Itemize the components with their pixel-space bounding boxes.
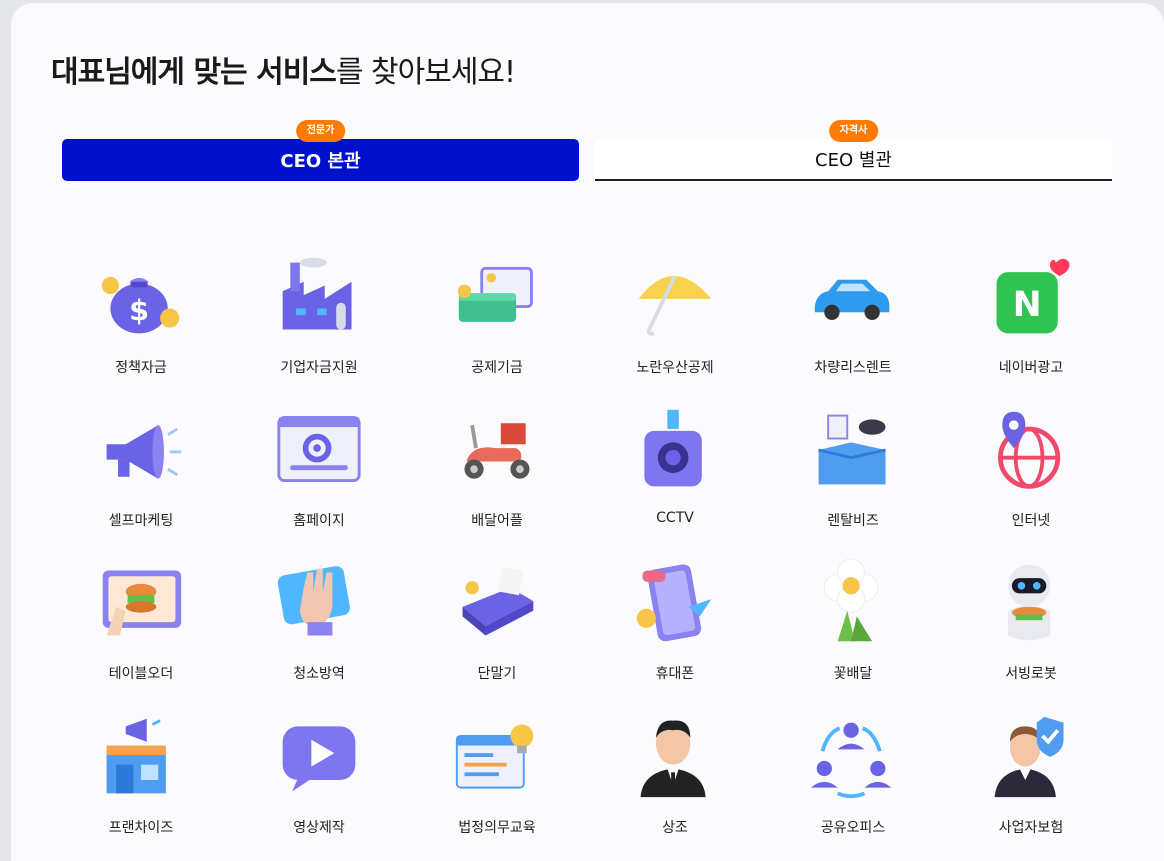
svg-text:N: N (1013, 285, 1042, 325)
scooter-icon (453, 406, 541, 494)
service-item[interactable]: 꽃배달 (778, 558, 928, 699)
service-label: 청소방역 (293, 666, 345, 682)
service-item[interactable]: CCTV (600, 406, 750, 546)
service-label: 법정의무교육 (458, 820, 536, 836)
service-label: 셀프마케팅 (108, 513, 174, 529)
tab-label: CEO 별관 (815, 150, 892, 171)
cctv-icon (631, 406, 719, 494)
service-label: 휴대폰 (655, 666, 695, 682)
service-label: 사업자보험 (998, 820, 1064, 836)
browser-gear-icon (275, 406, 363, 494)
factory-icon (275, 253, 363, 341)
service-item[interactable]: 노란우산공제 (600, 253, 750, 393)
service-item[interactable]: 단말기 (422, 559, 572, 699)
umbrella-icon (631, 253, 719, 341)
globe-pin-icon (987, 406, 1075, 494)
service-label: 공제기금 (471, 360, 523, 376)
service-label: 꽃배달 (833, 666, 873, 682)
service-label: 테이블오더 (108, 666, 174, 682)
service-card: 대표님에게 맞는 서비스를 찾아보세요! 전문가 CEO 본관 자격사 CEO … (11, 3, 1164, 861)
robot-icon (987, 559, 1075, 647)
service-item[interactable]: 프랜차이즈 (66, 713, 216, 853)
card-terminal-icon (453, 559, 541, 647)
page-title: 대표님에게 맞는 서비스를 찾아보세요! (51, 55, 516, 90)
service-item[interactable]: 공유오피스 (778, 713, 928, 853)
play-icon (275, 713, 363, 801)
car-icon (809, 253, 897, 341)
tab-ceo-annex[interactable]: 자격사 CEO 별관 (595, 120, 1112, 181)
store-icon (97, 713, 185, 801)
service-item[interactable]: 법정의무교육 (422, 713, 572, 853)
service-item[interactable]: 사업자보험 (956, 713, 1106, 853)
money-bag-icon: $ (97, 253, 185, 341)
service-item[interactable]: N 네이버광고 (956, 253, 1106, 393)
service-item[interactable]: 인터넷 (956, 406, 1106, 546)
service-item[interactable]: 홈페이지 (244, 406, 394, 546)
cash-stack-icon (453, 253, 541, 341)
service-label: 공유오피스 (820, 820, 886, 836)
tablet-order-icon (97, 559, 185, 647)
tab-label: CEO 본관 (280, 151, 361, 172)
service-label: 노란우산공제 (636, 360, 714, 376)
service-label: 프랜차이즈 (108, 820, 174, 836)
tab-ceo-main[interactable]: 전문가 CEO 본관 (62, 120, 579, 181)
service-item[interactable]: 휴대폰 (600, 559, 750, 699)
phone-icon (631, 559, 719, 647)
service-item[interactable]: 배달어플 (422, 406, 572, 546)
cleaning-glove-icon (275, 559, 363, 647)
naver-icon: N (987, 253, 1075, 341)
service-item[interactable]: 공제기금 (422, 253, 572, 393)
service-label: 홈페이지 (293, 513, 345, 529)
service-label: 렌탈비즈 (827, 513, 879, 529)
education-icon (453, 713, 541, 801)
box-icon (809, 406, 897, 494)
service-label: 배달어플 (471, 513, 523, 529)
service-label: CCTV (656, 510, 694, 526)
service-item[interactable]: 테이블오더 (66, 559, 216, 699)
service-label: 서빙로봇 (1005, 666, 1057, 682)
service-label: 기업자금지원 (280, 360, 358, 376)
svg-text:$: $ (129, 293, 149, 327)
service-item[interactable]: 영상제작 (244, 713, 394, 853)
megaphone-icon (97, 406, 185, 494)
service-label: 차량리스렌트 (814, 360, 892, 376)
service-item[interactable]: 청소방역 (244, 559, 394, 699)
service-label: 단말기 (477, 666, 517, 682)
service-label: 영상제작 (293, 820, 345, 836)
service-item[interactable]: 렌탈비즈 (778, 406, 928, 546)
insurance-shield-icon (987, 713, 1075, 801)
service-item[interactable]: 셀프마케팅 (66, 406, 216, 546)
tab-badge-expert: 전문가 (295, 120, 346, 142)
flower-icon (809, 558, 897, 647)
service-label: 상조 (662, 820, 688, 836)
service-item[interactable]: $ 정책자금 (66, 253, 216, 393)
service-item[interactable]: 기업자금지원 (244, 253, 394, 393)
service-label: 정책자금 (115, 360, 167, 376)
service-item[interactable]: 서빙로봇 (956, 559, 1106, 699)
people-share-icon (809, 713, 897, 801)
service-label: 인터넷 (1011, 513, 1051, 529)
service-item[interactable]: 상조 (600, 713, 750, 853)
suit-man-icon (631, 713, 719, 801)
tab-badge-licensed: 자격사 (828, 120, 879, 142)
service-label: 네이버광고 (998, 360, 1064, 376)
service-item[interactable]: 차량리스렌트 (778, 253, 928, 393)
